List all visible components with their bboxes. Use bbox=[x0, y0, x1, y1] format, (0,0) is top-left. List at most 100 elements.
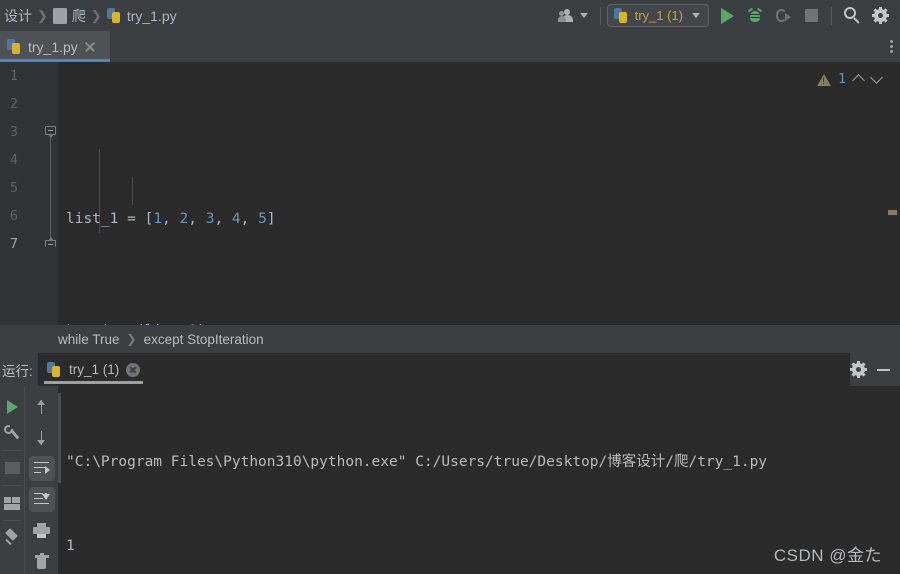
warning-triangle-icon bbox=[817, 73, 832, 86]
run-tab-try-1[interactable]: try_1 (1) bbox=[38, 353, 150, 386]
stop-icon bbox=[804, 9, 818, 22]
scrollbar-error-stripe[interactable] bbox=[888, 210, 897, 215]
line-number-5: 5 bbox=[9, 180, 18, 196]
inspection-widget[interactable]: 1 bbox=[817, 72, 882, 87]
pin-tab-button[interactable] bbox=[0, 525, 24, 551]
run-coverage-button[interactable] bbox=[769, 3, 797, 29]
pycharm-window: 设计 ❯ 爬 ❯ try_1.py try_1 (1) try_1.py 1 2… bbox=[0, 0, 900, 574]
code-line-1: list_1 = [1, 2, 3, 4, 5] bbox=[66, 211, 276, 227]
folder-icon bbox=[52, 7, 67, 24]
python-file-icon bbox=[47, 362, 62, 377]
editor-tab-try-1[interactable]: try_1.py bbox=[0, 31, 110, 62]
run-configuration-button[interactable] bbox=[0, 420, 24, 446]
code-editor[interactable]: 1 2 3 4 5 6 7 list_1 = [1, 2, 3, 4, 5] k… bbox=[0, 62, 900, 325]
code-line-2: k = iter(list_1) bbox=[58, 317, 900, 325]
run-left-toolbar bbox=[0, 386, 24, 574]
print-icon bbox=[33, 523, 50, 538]
python-file-icon bbox=[613, 8, 629, 23]
toolbar-divider bbox=[599, 6, 601, 25]
stop-process-button[interactable] bbox=[0, 455, 24, 481]
line-number-7: 7 bbox=[9, 236, 18, 252]
play-icon bbox=[720, 7, 734, 24]
breadcrumb-label-2: try_1.py bbox=[126, 7, 177, 24]
console-scrollbar[interactable] bbox=[58, 393, 61, 483]
console-toolbar bbox=[24, 386, 58, 574]
run-tab-label: try_1 (1) bbox=[69, 362, 120, 377]
people-icon bbox=[558, 8, 577, 23]
breadcrumb-item-folder[interactable]: 爬 bbox=[52, 6, 86, 26]
tab-options-button[interactable] bbox=[890, 31, 900, 62]
fold-marker-end[interactable] bbox=[45, 237, 56, 251]
print-button[interactable] bbox=[30, 518, 54, 543]
gear-icon bbox=[871, 7, 889, 24]
editor-gutter[interactable]: 1 2 3 4 5 6 7 bbox=[0, 62, 58, 325]
chevron-up-icon[interactable] bbox=[853, 74, 864, 85]
close-circle-icon[interactable] bbox=[126, 362, 141, 377]
layout-button[interactable] bbox=[0, 490, 24, 516]
wrench-icon bbox=[3, 423, 21, 442]
line-number-6: 6 bbox=[9, 208, 18, 224]
line-number-4: 4 bbox=[9, 152, 18, 168]
breadcrumb-while-true[interactable]: while True bbox=[58, 332, 120, 347]
line-number-2: 2 bbox=[9, 96, 18, 112]
search-everywhere-button[interactable] bbox=[838, 3, 866, 29]
warning-count: 1 bbox=[838, 72, 846, 87]
indent-guide bbox=[132, 177, 133, 205]
run-configuration-name: try_1 (1) bbox=[634, 8, 683, 23]
watermark: CSDN @金た bbox=[773, 546, 882, 565]
toolbar-divider bbox=[3, 450, 21, 451]
rerun-button[interactable] bbox=[0, 394, 24, 420]
editor-breadcrumb: while True ❯ except StopIteration bbox=[0, 325, 900, 353]
search-icon bbox=[843, 7, 861, 24]
line-number-3: 3 bbox=[9, 124, 18, 140]
stop-icon bbox=[4, 462, 20, 474]
trash-icon bbox=[34, 553, 49, 569]
minimize-icon[interactable] bbox=[877, 368, 890, 371]
gear-icon[interactable] bbox=[850, 361, 867, 378]
toolbar-divider bbox=[3, 520, 21, 521]
soft-wrap-icon bbox=[33, 461, 50, 476]
run-configuration-selector[interactable]: try_1 (1) bbox=[606, 4, 709, 27]
chevron-down-icon bbox=[692, 13, 700, 18]
previous-occurrence-button[interactable] bbox=[30, 394, 54, 419]
clear-all-button[interactable] bbox=[30, 549, 54, 574]
arrow-up-icon bbox=[35, 398, 49, 415]
main-toolbar: 设计 ❯ 爬 ❯ try_1.py try_1 (1) bbox=[0, 0, 900, 31]
fold-region-line bbox=[50, 134, 51, 244]
breadcrumb-separator: ❯ bbox=[37, 7, 48, 23]
scroll-to-end-button[interactable] bbox=[28, 487, 55, 512]
console-command: "C:\Program Files\Python310\python.exe" … bbox=[66, 454, 768, 470]
breadcrumb-item-file[interactable]: try_1.py bbox=[106, 7, 177, 24]
close-icon[interactable] bbox=[84, 41, 96, 53]
fold-marker-collapse[interactable] bbox=[45, 126, 56, 138]
next-occurrence-button[interactable] bbox=[30, 425, 54, 450]
chevron-down-icon[interactable] bbox=[871, 74, 882, 85]
toolbar-divider bbox=[3, 485, 21, 486]
breadcrumb-item-project[interactable]: 设计 bbox=[4, 6, 32, 26]
stop-button[interactable] bbox=[797, 3, 825, 29]
toolbar-divider bbox=[831, 6, 832, 25]
soft-wrap-button[interactable] bbox=[28, 456, 55, 481]
breadcrumb-label-1: 爬 bbox=[71, 7, 86, 24]
more-options-icon bbox=[890, 39, 894, 54]
debug-button[interactable] bbox=[741, 3, 769, 29]
breadcrumb-except-stopiteration[interactable]: except StopIteration bbox=[144, 332, 264, 347]
arrow-down-icon bbox=[35, 429, 49, 446]
run-button[interactable] bbox=[713, 3, 741, 29]
collaborate-button[interactable] bbox=[554, 3, 594, 29]
coverage-icon bbox=[775, 8, 791, 24]
run-tab-strip-empty bbox=[149, 353, 850, 386]
breadcrumb-label-0: 设计 bbox=[4, 7, 32, 24]
editor-tab-bar: try_1.py bbox=[0, 31, 900, 62]
run-window-title: 运行: bbox=[2, 363, 33, 379]
code-content[interactable]: list_1 = [1, 2, 3, 4, 5] k = iter(list_1… bbox=[58, 62, 900, 325]
breadcrumb-separator: ❯ bbox=[126, 332, 137, 346]
breadcrumb: 设计 ❯ 爬 ❯ try_1.py bbox=[0, 6, 177, 26]
run-window-header: 运行: try_1 (1) bbox=[0, 353, 900, 386]
line-number-1: 1 bbox=[9, 68, 18, 84]
scroll-to-end-icon bbox=[33, 492, 50, 507]
bug-icon bbox=[747, 7, 763, 24]
layout-icon bbox=[4, 496, 20, 510]
settings-button[interactable] bbox=[866, 3, 894, 29]
python-file-icon bbox=[106, 8, 122, 23]
